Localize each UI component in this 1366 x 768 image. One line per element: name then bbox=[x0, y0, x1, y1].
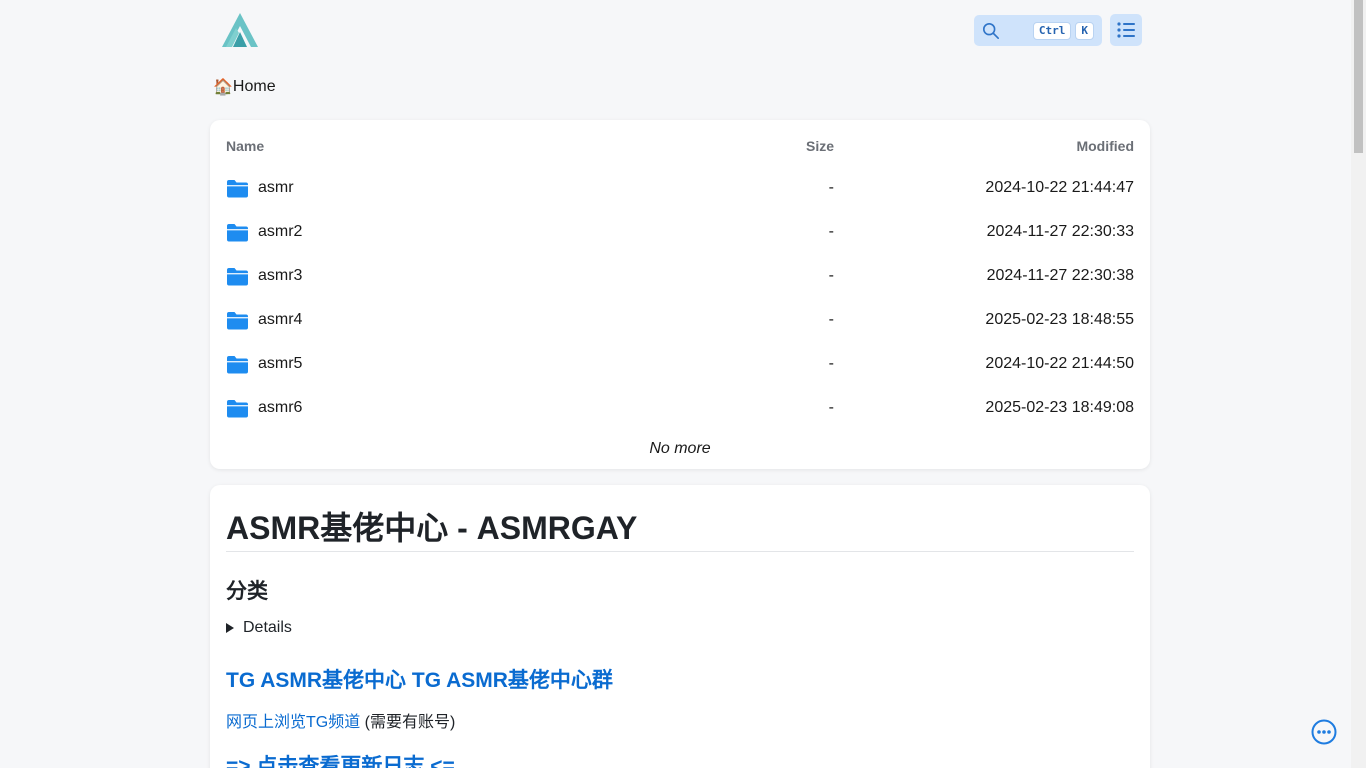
changelog-link[interactable]: => 点击查看更新日志 <= bbox=[226, 750, 455, 768]
file-name: asmr5 bbox=[258, 355, 303, 372]
page-scrollbar[interactable] bbox=[1351, 0, 1366, 768]
tg-links-heading[interactable]: TG ASMR基佬中心 TG ASMR基佬中心群 bbox=[226, 664, 613, 694]
file-name: asmr6 bbox=[258, 399, 303, 416]
column-modified[interactable]: Modified bbox=[1076, 138, 1134, 154]
folder-icon bbox=[227, 355, 248, 373]
scrollbar-thumb[interactable] bbox=[1354, 0, 1363, 153]
more-options-icon[interactable] bbox=[1311, 719, 1337, 745]
divider bbox=[226, 551, 1134, 552]
search-icon bbox=[982, 22, 1000, 39]
column-name[interactable]: Name bbox=[226, 138, 264, 154]
list-end-message: No more bbox=[649, 440, 711, 457]
details-label: Details bbox=[243, 619, 292, 636]
file-modified: 2025-02-23 18:48:55 bbox=[985, 311, 1134, 328]
file-modified: 2024-10-22 21:44:47 bbox=[985, 179, 1134, 196]
file-size: - bbox=[828, 223, 834, 240]
web-link-paragraph: 网页上浏览TG频道 (需要有账号) bbox=[226, 708, 455, 732]
file-size: - bbox=[828, 399, 834, 416]
kbd-ctrl: Ctrl bbox=[1032, 21, 1072, 40]
toc-button[interactable] bbox=[1110, 14, 1142, 46]
file-name: asmr bbox=[258, 179, 294, 196]
disclosure-triangle-icon bbox=[226, 623, 234, 633]
details-toggle[interactable]: Details bbox=[226, 619, 292, 637]
file-name: asmr4 bbox=[258, 311, 303, 328]
file-row[interactable]: asmr4 - 2025-02-23 18:48:55 bbox=[226, 298, 1134, 342]
section-heading: 分类 bbox=[226, 580, 268, 603]
file-size: - bbox=[828, 267, 834, 284]
search-button[interactable]: Ctrl K bbox=[974, 15, 1102, 46]
file-modified: 2024-11-27 22:30:38 bbox=[986, 267, 1134, 284]
file-name: asmr3 bbox=[258, 267, 303, 284]
file-modified: 2024-11-27 22:30:33 bbox=[986, 223, 1134, 240]
file-size: - bbox=[828, 355, 834, 372]
file-list-card: Name Size Modified asmr - 2024-10-22 21:… bbox=[210, 120, 1150, 469]
web-link-note: (需要有账号) bbox=[360, 714, 456, 731]
list-icon bbox=[1117, 22, 1135, 38]
file-size: - bbox=[828, 179, 834, 196]
file-size: - bbox=[828, 311, 834, 328]
logo-icon[interactable] bbox=[218, 10, 262, 50]
folder-icon bbox=[227, 311, 248, 329]
page-container: Ctrl K 🏠 Home Name Size Modified asmr - … bbox=[210, 0, 1150, 768]
file-row[interactable]: asmr3 - 2024-11-27 22:30:38 bbox=[226, 254, 1134, 298]
file-row[interactable]: asmr5 - 2024-10-22 21:44:50 bbox=[226, 342, 1134, 386]
file-row[interactable]: asmr6 - 2025-02-23 18:49:08 bbox=[226, 386, 1134, 430]
web-channel-link[interactable]: 网页上浏览TG频道 bbox=[226, 714, 360, 731]
home-icon[interactable]: 🏠 bbox=[213, 77, 233, 97]
file-modified: 2024-10-22 21:44:50 bbox=[985, 355, 1134, 372]
breadcrumb-home[interactable]: Home bbox=[233, 78, 276, 96]
readme-title: ASMR基佬中心 - ASMRGAY bbox=[226, 510, 638, 546]
kbd-k: K bbox=[1075, 21, 1094, 40]
folder-icon bbox=[227, 399, 248, 417]
folder-icon bbox=[227, 179, 248, 197]
readme-card: ASMR基佬中心 - ASMRGAY 分类 Details TG ASMR基佬中… bbox=[210, 485, 1150, 768]
file-name: asmr2 bbox=[258, 223, 303, 240]
file-list-header: Name Size Modified bbox=[226, 138, 1134, 154]
folder-icon bbox=[227, 267, 248, 285]
shortcut-hint: Ctrl K bbox=[1032, 21, 1094, 40]
file-row[interactable]: asmr - 2024-10-22 21:44:47 bbox=[226, 166, 1134, 210]
top-bar: Ctrl K bbox=[210, 0, 1150, 60]
file-row[interactable]: asmr2 - 2024-11-27 22:30:33 bbox=[226, 210, 1134, 254]
breadcrumb: 🏠 Home bbox=[213, 77, 276, 97]
folder-icon bbox=[227, 223, 248, 241]
file-modified: 2025-02-23 18:49:08 bbox=[985, 399, 1134, 416]
column-size[interactable]: Size bbox=[806, 138, 834, 154]
